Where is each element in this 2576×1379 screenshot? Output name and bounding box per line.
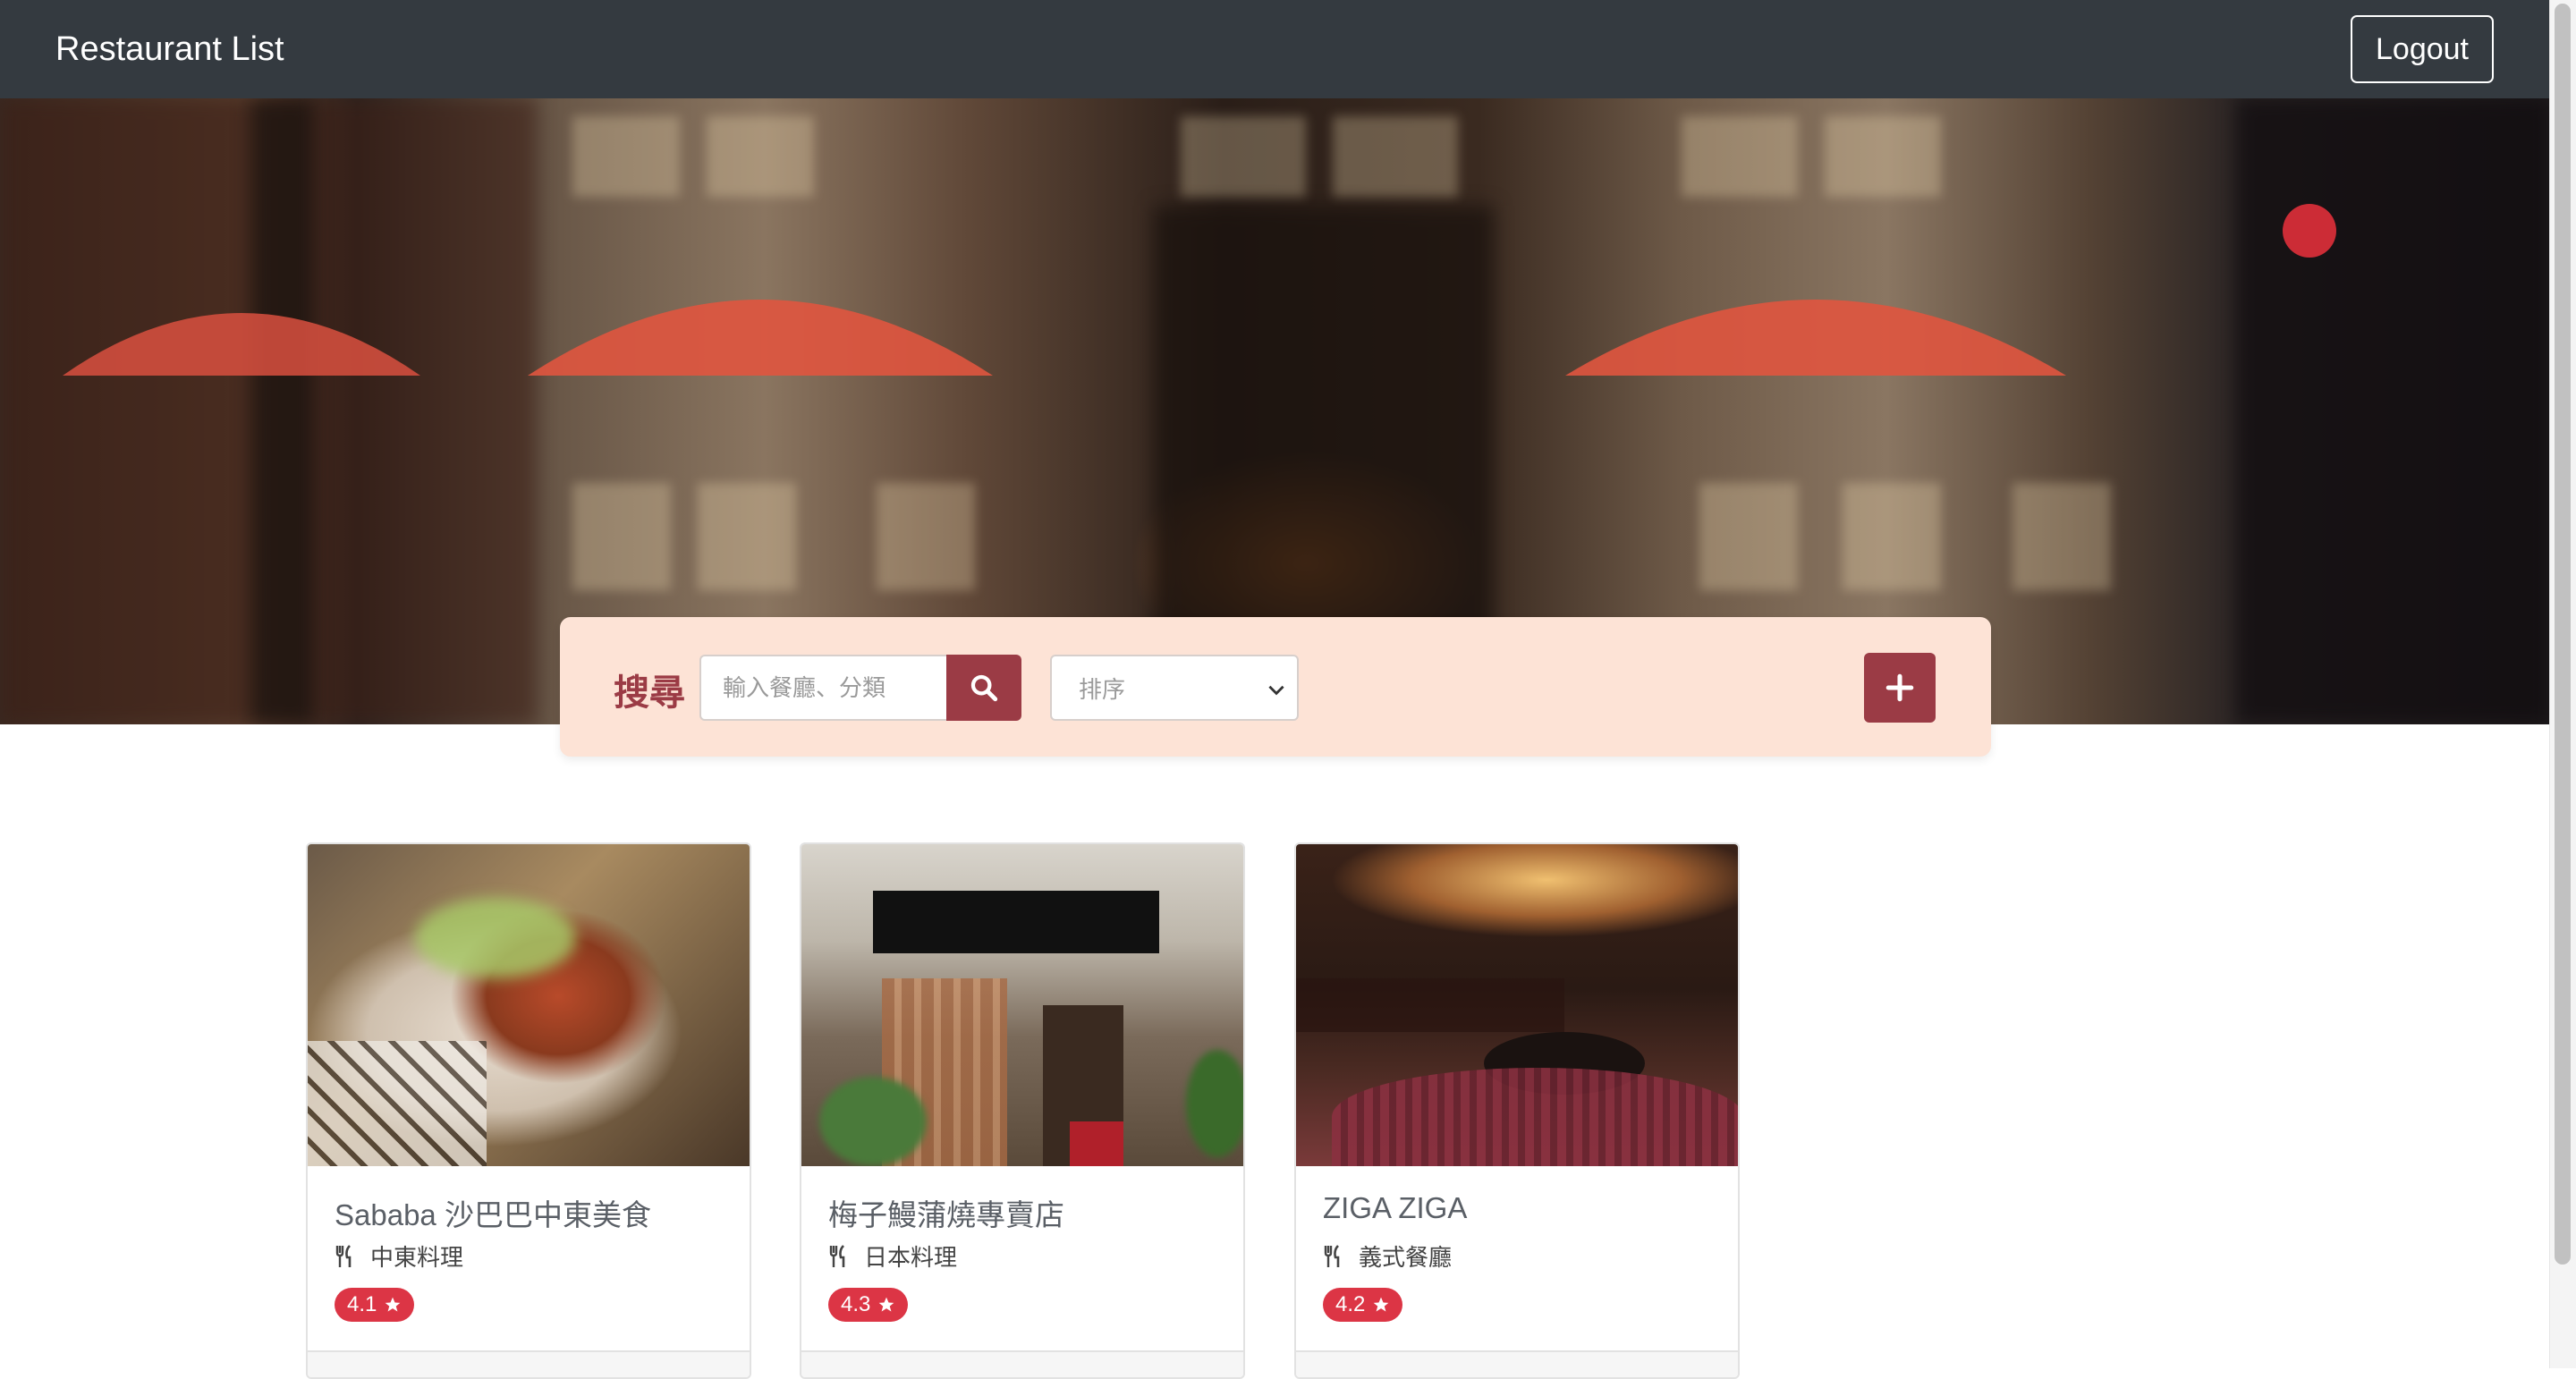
logout-button[interactable]: Logout [2351,15,2494,83]
card-footer [801,1350,1243,1377]
restaurant-card[interactable]: Sababa 沙巴巴中東美食 中東料理 4.1 [306,842,751,1379]
restaurant-card[interactable]: ZIGA ZIGA 義式餐廳 4.2 [1294,842,1740,1379]
restaurant-photo [308,844,750,1166]
category-label: 義式餐廳 [1359,1244,1453,1271]
restaurant-photo [1296,844,1738,1166]
search-bar: 搜尋 排序 [560,617,1991,757]
chevron-down-icon [1268,685,1284,696]
sort-select-value: 排序 [1079,675,1126,703]
search-input[interactable] [699,655,946,721]
restaurant-photo [801,844,1243,1166]
restaurant-category: 日本料理 [828,1239,957,1273]
rating-value: 4.1 [347,1292,377,1316]
restaurant-name: ZIGA ZIGA [1323,1191,1468,1224]
category-label: 日本料理 [864,1244,958,1271]
star-icon [386,1297,401,1312]
restaurant-category: 義式餐廳 [1323,1239,1452,1273]
restaurant-card[interactable]: 梅子鰻蒲燒專賣店 日本料理 4.3 [800,842,1245,1379]
utensils-icon [1324,1244,1340,1267]
umbrella-decoration [1565,300,2066,376]
star-icon [879,1297,894,1312]
card-footer [308,1350,750,1377]
rating-value: 4.3 [841,1292,871,1316]
rating-badge: 4.1 [335,1288,415,1322]
umbrella-decoration [528,300,993,376]
restaurant-name: 梅子鰻蒲燒專賣店 [828,1198,1064,1231]
search-icon [970,674,998,702]
restaurant-category: 中東料理 [335,1239,463,1273]
rating-badge: 4.3 [828,1288,909,1322]
brand-title[interactable]: Restaurant List [55,30,284,69]
restaurant-name: Sababa 沙巴巴中東美食 [335,1198,651,1231]
utensils-icon [829,1244,845,1267]
navbar: Restaurant List Logout [0,0,2549,98]
card-footer [1296,1350,1738,1377]
plus-icon [1885,673,1914,702]
scrollbar-thumb[interactable] [2555,4,2571,1265]
umbrella-decoration [63,313,420,376]
sort-select[interactable]: 排序 [1050,655,1299,721]
add-restaurant-button[interactable] [1864,653,1936,723]
search-label: 搜尋 [614,673,685,713]
rating-value: 4.2 [1335,1292,1366,1316]
utensils-icon [335,1244,352,1267]
category-label: 中東料理 [370,1244,464,1271]
search-button[interactable] [946,655,1021,721]
rating-badge: 4.2 [1323,1288,1403,1322]
star-icon [1374,1297,1389,1312]
